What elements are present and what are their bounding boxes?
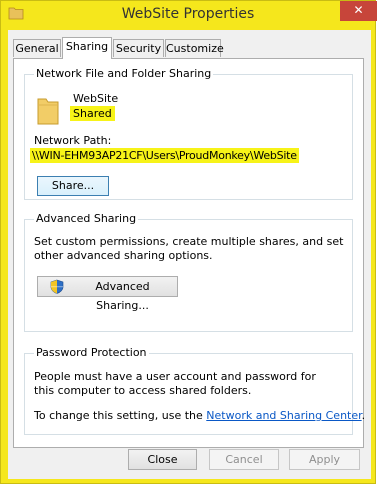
change-setting-suffix: . <box>361 409 366 422</box>
button-label: Close <box>147 453 178 466</box>
network-path-value: \\WIN-EHM93AP21CF\Users\ProudMonkey\WebS… <box>30 148 299 163</box>
advanced-sharing-button[interactable]: Advanced Sharing... <box>37 276 178 312</box>
button-label: Apply <box>308 453 341 466</box>
close-button[interactable]: Close <box>128 449 197 470</box>
apply-button[interactable]: Apply <box>289 449 360 470</box>
close-icon: ✕ <box>353 3 364 17</box>
tab-label: Security <box>115 42 162 55</box>
tab-general[interactable]: General <box>13 39 61 57</box>
tab-sharing[interactable]: Sharing <box>62 37 112 59</box>
change-setting-prefix: To change this setting, use the <box>34 409 207 422</box>
tab-label: General <box>15 42 59 55</box>
dialog-client-area: General Sharing Security Customize Netwo… <box>8 30 371 479</box>
folder-icon <box>8 7 24 20</box>
button-label: Share... <box>51 179 95 192</box>
group-title: Advanced Sharing <box>34 212 139 225</box>
folder-icon <box>37 98 59 125</box>
tab-label: Customize <box>166 42 224 55</box>
network-sharing-group: Network File and Folder Sharing WebSite … <box>24 67 353 200</box>
window-title: WebSite Properties <box>121 6 255 22</box>
close-window-button[interactable]: ✕ <box>340 1 377 21</box>
share-status: Shared <box>70 106 115 121</box>
folder-name: WebSite <box>73 92 119 105</box>
sharing-tab-page: Network File and Folder Sharing WebSite … <box>13 58 365 448</box>
button-label: Cancel <box>225 453 263 466</box>
tab-label: Sharing <box>65 40 109 53</box>
share-button[interactable]: Share... <box>37 176 109 196</box>
tab-customize[interactable]: Customize <box>165 39 224 57</box>
network-sharing-center-link[interactable]: Network and Sharing Center <box>206 409 361 422</box>
network-path-label: Network Path: <box>34 134 112 147</box>
advanced-sharing-description: Set custom permissions, create multiple … <box>34 235 344 262</box>
cancel-button[interactable]: Cancel <box>209 449 279 470</box>
advanced-sharing-group: Advanced Sharing Set custom permissions,… <box>24 212 353 332</box>
properties-window: WebSite Properties ✕ General Sharing Sec… <box>0 0 377 484</box>
group-title: Password Protection <box>34 346 149 359</box>
title-bar[interactable]: WebSite Properties ✕ <box>1 1 377 29</box>
password-description: People must have a user account and pass… <box>34 370 316 397</box>
tab-security[interactable]: Security <box>113 39 164 57</box>
password-protection-group: Password Protection People must have a u… <box>24 346 365 435</box>
shield-icon <box>50 279 64 294</box>
button-label: Advanced Sharing... <box>95 280 150 312</box>
change-setting-text: To change this setting, use the Network … <box>34 409 365 422</box>
group-title: Network File and Folder Sharing <box>34 67 214 80</box>
